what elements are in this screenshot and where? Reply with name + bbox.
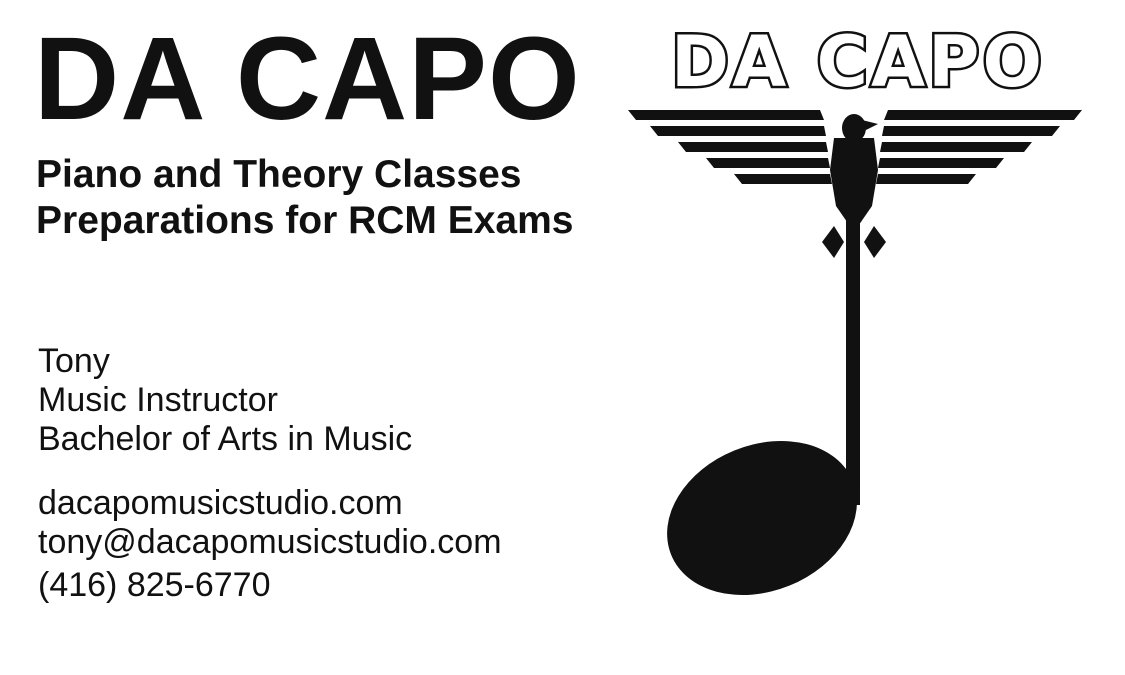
- contact-details: dacapomusicstudio.com tony@dacapomusicst…: [38, 484, 502, 605]
- service-piano-theory: Piano and Theory Classes: [36, 153, 522, 196]
- eagle-music-note-icon: DA CAPO: [628, 20, 1082, 595]
- music-note: [667, 200, 860, 595]
- website-link[interactable]: dacapomusicstudio.com: [38, 484, 502, 523]
- brand-title: DA CAPO: [34, 13, 581, 145]
- instructor-name: Tony: [38, 342, 110, 380]
- instructor-details: Tony Music Instructor Bachelor of Arts i…: [38, 342, 412, 459]
- service-rcm-exams: Preparations for RCM Exams: [36, 199, 574, 242]
- instructor-role: Music Instructor: [38, 381, 278, 419]
- logo-wordmark: DA CAPO: [671, 21, 1045, 103]
- phone-number[interactable]: (416) 825-6770: [38, 566, 502, 605]
- logo: DA CAPO: [620, 20, 1090, 620]
- instructor-degree: Bachelor of Arts in Music: [38, 420, 413, 458]
- services-list: Piano and Theory Classes Preparations fo…: [36, 152, 574, 244]
- email-link[interactable]: tony@dacapomusicstudio.com: [38, 523, 502, 562]
